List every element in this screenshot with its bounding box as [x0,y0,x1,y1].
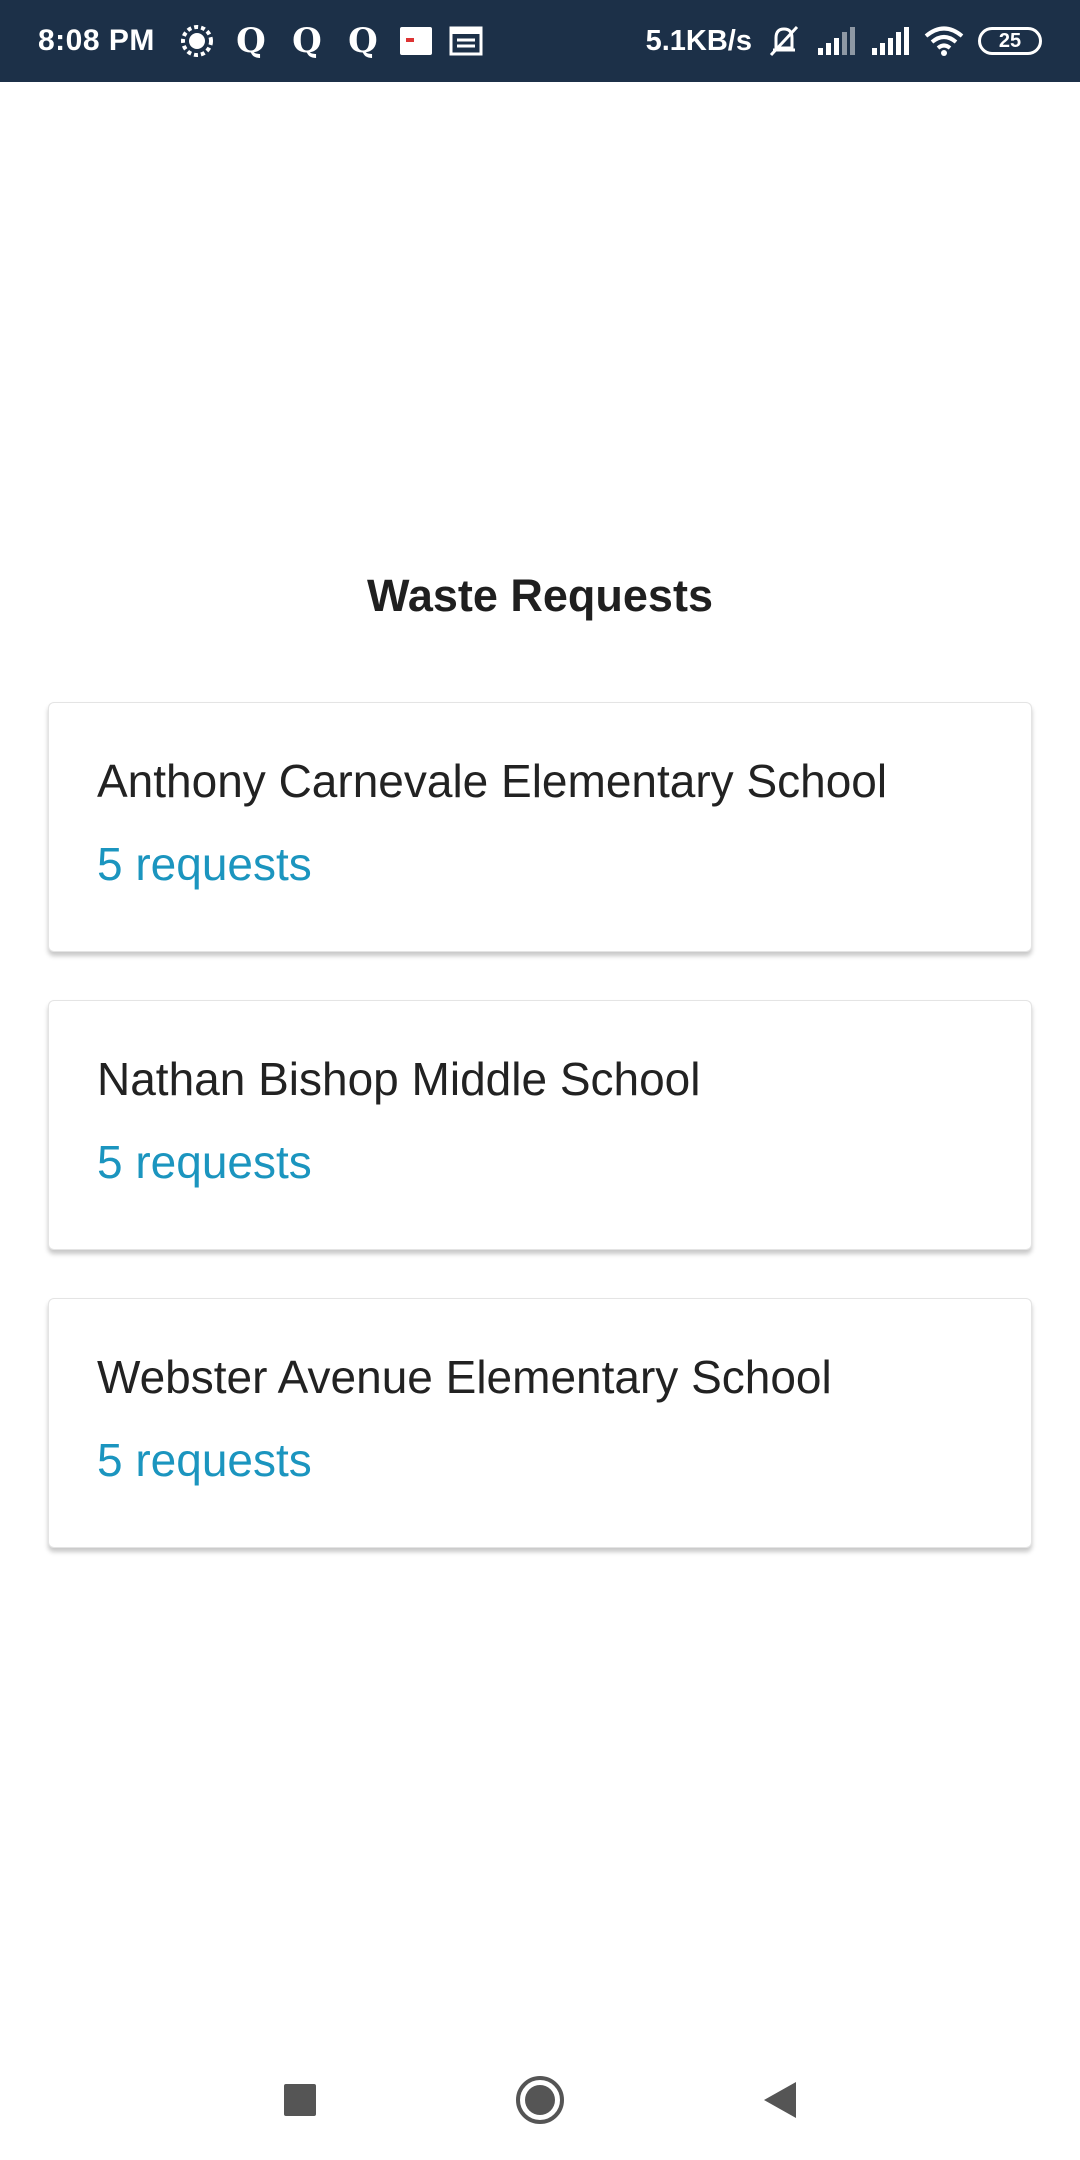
gear-badge-icon [179,23,215,59]
school-name: Nathan Bishop Middle School [97,1053,701,1105]
request-count: 5 requests [97,1135,312,1188]
image-notification-icon [399,26,433,56]
battery-icon: 25 [978,27,1042,55]
status-bar-left: 8:08 PM Q Q Q [38,23,483,59]
school-list: Anthony Carnevale Elementary School 5 re… [48,702,1032,1596]
status-bar: 8:08 PM Q Q Q 5.1KB/s 25 [0,0,1080,82]
request-count: 5 requests [97,837,312,890]
back-triangle-icon[interactable] [750,2070,810,2130]
network-speed: 5.1KB/s [645,24,752,57]
muted-bell-icon [766,24,802,58]
school-name: Webster Avenue Elementary School [97,1351,832,1403]
status-bar-right: 5.1KB/s 25 [646,24,1042,58]
wifi-icon [924,25,964,57]
q-app-icon: Q [348,21,378,61]
request-count: 5 requests [97,1433,312,1486]
school-card[interactable]: Nathan Bishop Middle School 5 requests [48,1000,1032,1250]
home-circle-icon[interactable] [510,2070,570,2130]
calendar-icon [449,26,483,56]
recents-square-icon[interactable] [270,2070,330,2130]
school-card[interactable]: Webster Avenue Elementary School 5 reque… [48,1298,1032,1548]
school-name: Anthony Carnevale Elementary School [97,755,888,807]
q-app-icon: Q [236,21,266,61]
q-app-icon: Q [292,21,322,61]
status-time: 8:08 PM [38,24,155,57]
signal-strength-icon [870,26,910,56]
school-card[interactable]: Anthony Carnevale Elementary School 5 re… [48,702,1032,952]
signal-strength-icon [816,26,856,56]
page-title: Waste Requests [367,570,713,621]
navigation-bar [0,2040,1080,2160]
